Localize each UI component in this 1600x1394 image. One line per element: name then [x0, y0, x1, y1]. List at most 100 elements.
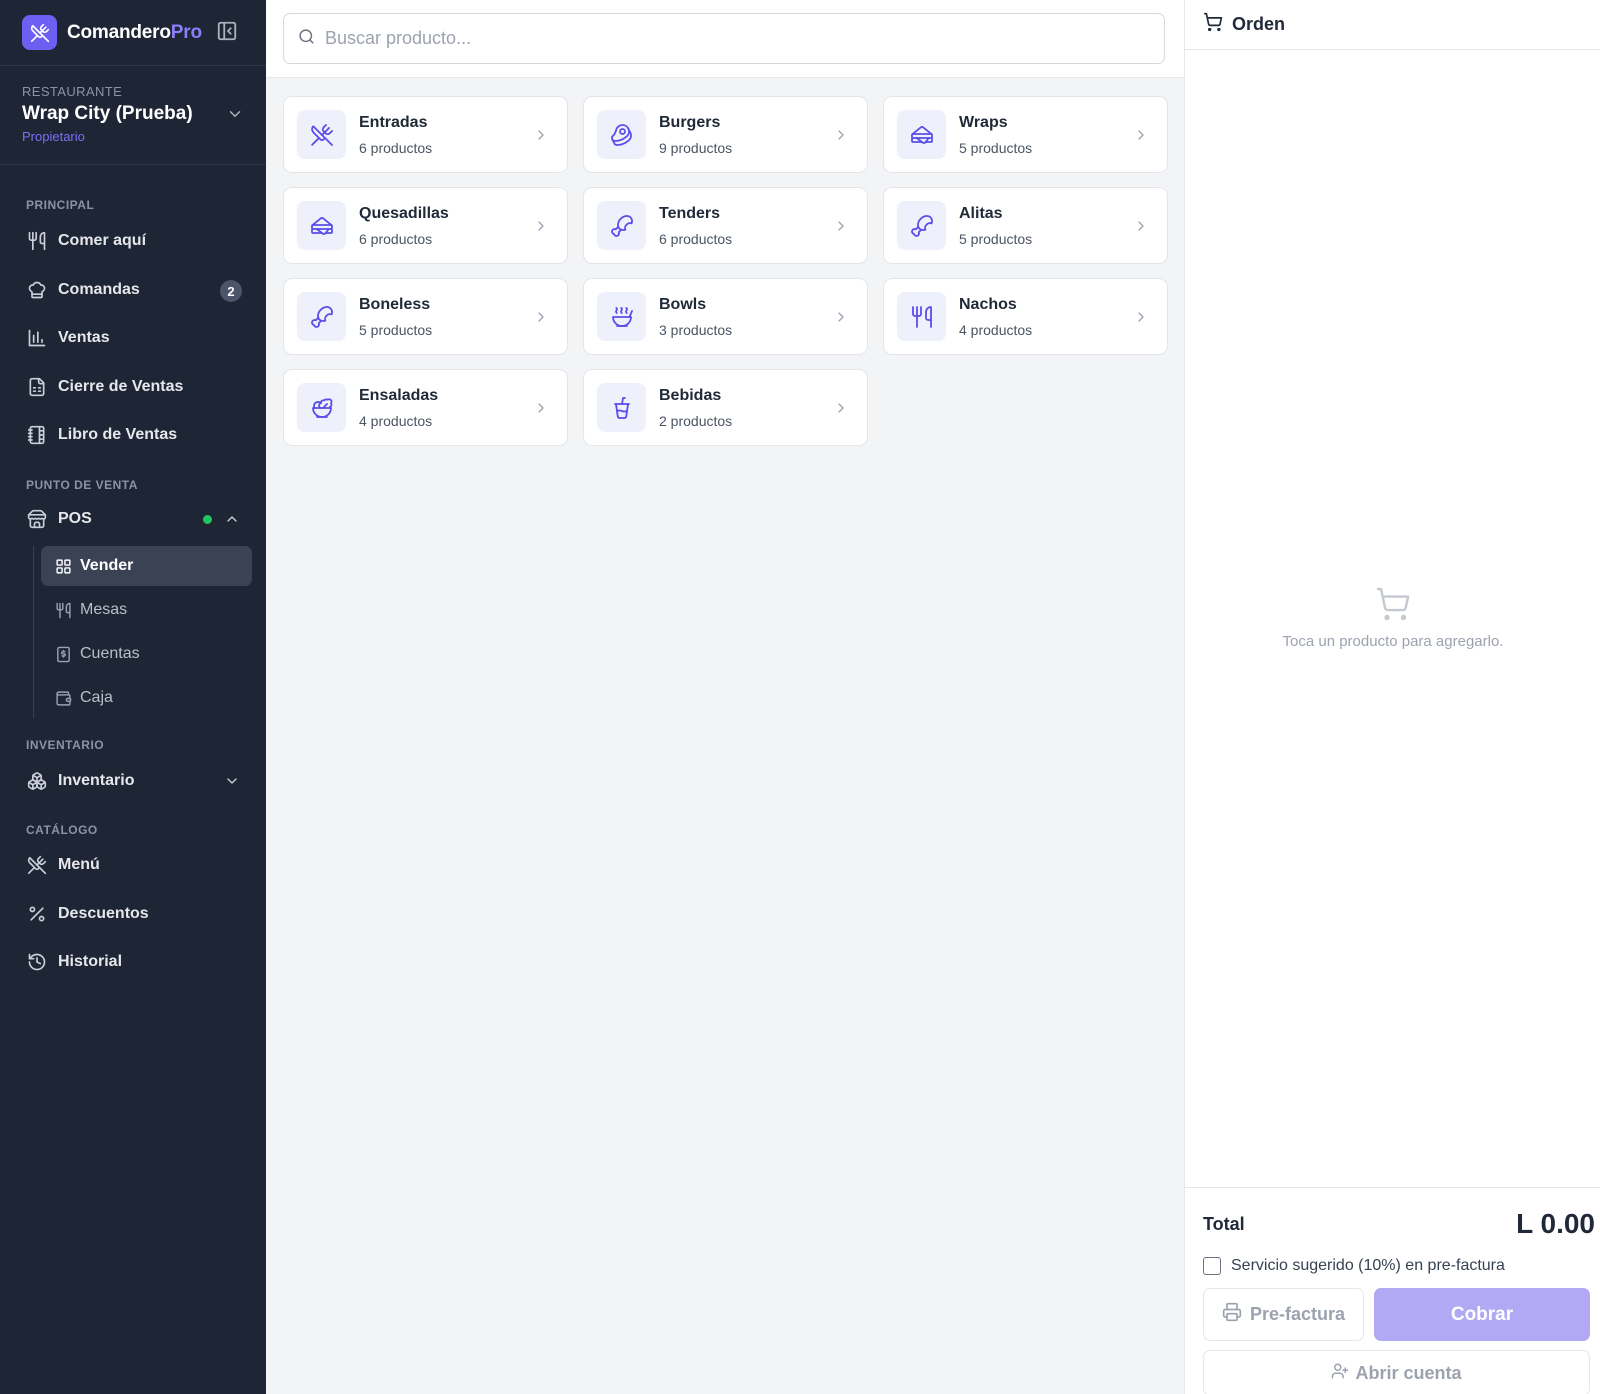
prefactura-button[interactable]: Pre-factura: [1203, 1288, 1364, 1341]
order-panel: Orden Toca un producto para agregarlo. T…: [1184, 0, 1600, 1394]
store-icon: [26, 508, 48, 530]
sidebar-item-pos[interactable]: POS: [14, 499, 254, 539]
service-charge-checkbox[interactable]: [1203, 1257, 1221, 1275]
search-box[interactable]: [283, 13, 1165, 64]
wallet-icon: [54, 689, 72, 707]
cobrar-button[interactable]: Cobrar: [1374, 1288, 1590, 1341]
sidebar-item-label: Inventario: [58, 772, 135, 789]
category-card-ensaladas[interactable]: Ensaladas 4 productos: [283, 369, 568, 446]
notebook-icon: [26, 424, 48, 446]
sidebar-subitem-caja[interactable]: Caja: [41, 678, 252, 718]
bar-chart-icon: [26, 327, 48, 349]
sidebar-item-label: Cierre de Ventas: [58, 378, 184, 395]
sidebar-item-label: Menú: [58, 856, 100, 873]
chevron-right-icon: [533, 218, 549, 239]
chevron-down-icon: [226, 105, 244, 128]
history-icon: [26, 951, 48, 973]
sidebar-item-inventario[interactable]: Inventario: [14, 761, 254, 801]
shopping-cart-icon: [1203, 12, 1223, 37]
category-name: Alitas: [959, 204, 1003, 222]
category-card-nachos[interactable]: Nachos 4 productos: [883, 278, 1168, 355]
sidebar-collapse-icon[interactable]: [216, 20, 238, 42]
sidebar-item-label: Descuentos: [58, 905, 149, 922]
total-label: Total: [1203, 1214, 1245, 1234]
sidebar-subitem-mesas[interactable]: Mesas: [41, 590, 252, 630]
utensils-icon: [54, 601, 72, 619]
category-card-boneless[interactable]: Boneless 5 productos: [283, 278, 568, 355]
drumstick-icon: [597, 201, 646, 250]
sidebar-item-historial[interactable]: Historial: [14, 942, 254, 982]
sidebar: ComanderoPro RESTAURANTE Wrap City (Prue…: [0, 0, 266, 1394]
sidebar-item-libro-ventas[interactable]: Libro de Ventas: [14, 415, 254, 455]
sidebar-subitem-label: Cuentas: [80, 645, 140, 662]
chevron-right-icon: [1133, 127, 1149, 148]
chevron-right-icon: [533, 309, 549, 330]
sandwich-icon: [897, 110, 946, 159]
section-label-catalogo: CATÁLOGO: [26, 823, 98, 837]
search-bar: [266, 0, 1184, 78]
category-count: 2 productos: [659, 412, 733, 429]
chevron-right-icon: [833, 127, 849, 148]
brand-name-accent: Pro: [170, 21, 202, 43]
sidebar-item-label: Libro de Ventas: [58, 426, 178, 443]
prefactura-label: Pre-factura: [1249, 1304, 1346, 1324]
sidebar-item-comandas[interactable]: Comandas 2: [14, 270, 254, 310]
abrir-cuenta-label: Abrir cuenta: [1355, 1362, 1462, 1383]
sidebar-item-label: Ventas: [58, 329, 110, 346]
sandwich-icon: [297, 201, 346, 250]
order-empty-text: Toca un producto para agregarlo.: [1282, 633, 1504, 650]
category-card-quesadillas[interactable]: Quesadillas 6 productos: [283, 187, 568, 264]
category-card-tenders[interactable]: Tenders 6 productos: [583, 187, 868, 264]
drumstick-icon: [897, 201, 946, 250]
sidebar-item-cierre-ventas[interactable]: Cierre de Ventas: [14, 367, 254, 407]
service-charge-toggle[interactable]: Servicio sugerido (10%) en pre-factura: [1203, 1257, 1505, 1275]
utensils-crossed-icon: [26, 854, 48, 876]
search-input[interactable]: [325, 28, 1145, 49]
restaurant-selector[interactable]: RESTAURANTE Wrap City (Prueba) Propietar…: [0, 66, 266, 165]
category-count: 5 productos: [959, 230, 1033, 247]
product-browser: Entradas 6 productos Burgers 9 productos Wra…: [266, 0, 1184, 1394]
category-card-alitas[interactable]: Alitas 5 productos: [883, 187, 1168, 264]
chevron-right-icon: [1133, 218, 1149, 239]
drumstick-icon: [297, 292, 346, 341]
abrir-cuenta-button[interactable]: Abrir cuenta: [1203, 1350, 1590, 1394]
brand-name: ComanderoPro: [67, 22, 202, 44]
category-card-wraps[interactable]: Wraps 5 productos: [883, 96, 1168, 173]
pos-online-status-dot: [203, 515, 212, 524]
sidebar-item-label: Comandas: [58, 281, 140, 298]
category-name: Boneless: [359, 295, 431, 313]
layout-grid-icon: [54, 557, 72, 575]
sidebar-item-ventas[interactable]: Ventas: [14, 318, 254, 358]
soup-icon: [597, 292, 646, 341]
restaurant-role: Propietario: [22, 129, 85, 144]
brand-logo-icon: [22, 15, 57, 50]
sidebar-item-label: Historial: [58, 953, 123, 970]
section-label-punto-de-venta: PUNTO DE VENTA: [26, 478, 138, 492]
restaurant-caption: RESTAURANTE: [22, 84, 123, 99]
shopping-cart-icon: [1375, 587, 1411, 626]
total-value: L 0.00: [1516, 1208, 1595, 1239]
sidebar-item-descuentos[interactable]: Descuentos: [14, 894, 254, 934]
sidebar-item-menu[interactable]: Menú: [14, 845, 254, 885]
category-card-entradas[interactable]: Entradas 6 productos: [283, 96, 568, 173]
sidebar-item-comer-aqui[interactable]: Comer aquí: [14, 221, 254, 261]
sidebar-item-label: Comer aquí: [58, 232, 147, 249]
category-name: Burgers: [659, 113, 721, 131]
pos-subnav-line: [33, 546, 34, 718]
category-card-burgers[interactable]: Burgers 9 productos: [583, 96, 868, 173]
category-count: 6 productos: [359, 139, 433, 156]
category-card-bowls[interactable]: Bowls 3 productos: [583, 278, 868, 355]
user-plus-icon: [1331, 1362, 1349, 1385]
chevron-up-icon: [224, 511, 240, 532]
printer-icon: [1222, 1302, 1242, 1327]
category-card-bebidas[interactable]: Bebidas 2 productos: [583, 369, 868, 446]
sidebar-subitem-cuentas[interactable]: Cuentas: [41, 634, 252, 674]
chevron-right-icon: [1133, 309, 1149, 330]
section-label-principal: PRINCIPAL: [26, 198, 95, 212]
sidebar-subitem-vender[interactable]: Vender: [41, 546, 252, 586]
category-count: 5 productos: [959, 139, 1033, 156]
boxes-icon: [26, 770, 48, 792]
chevron-right-icon: [833, 218, 849, 239]
brand-name-main: Comandero: [67, 21, 171, 43]
category-name: Wraps: [959, 113, 1008, 131]
